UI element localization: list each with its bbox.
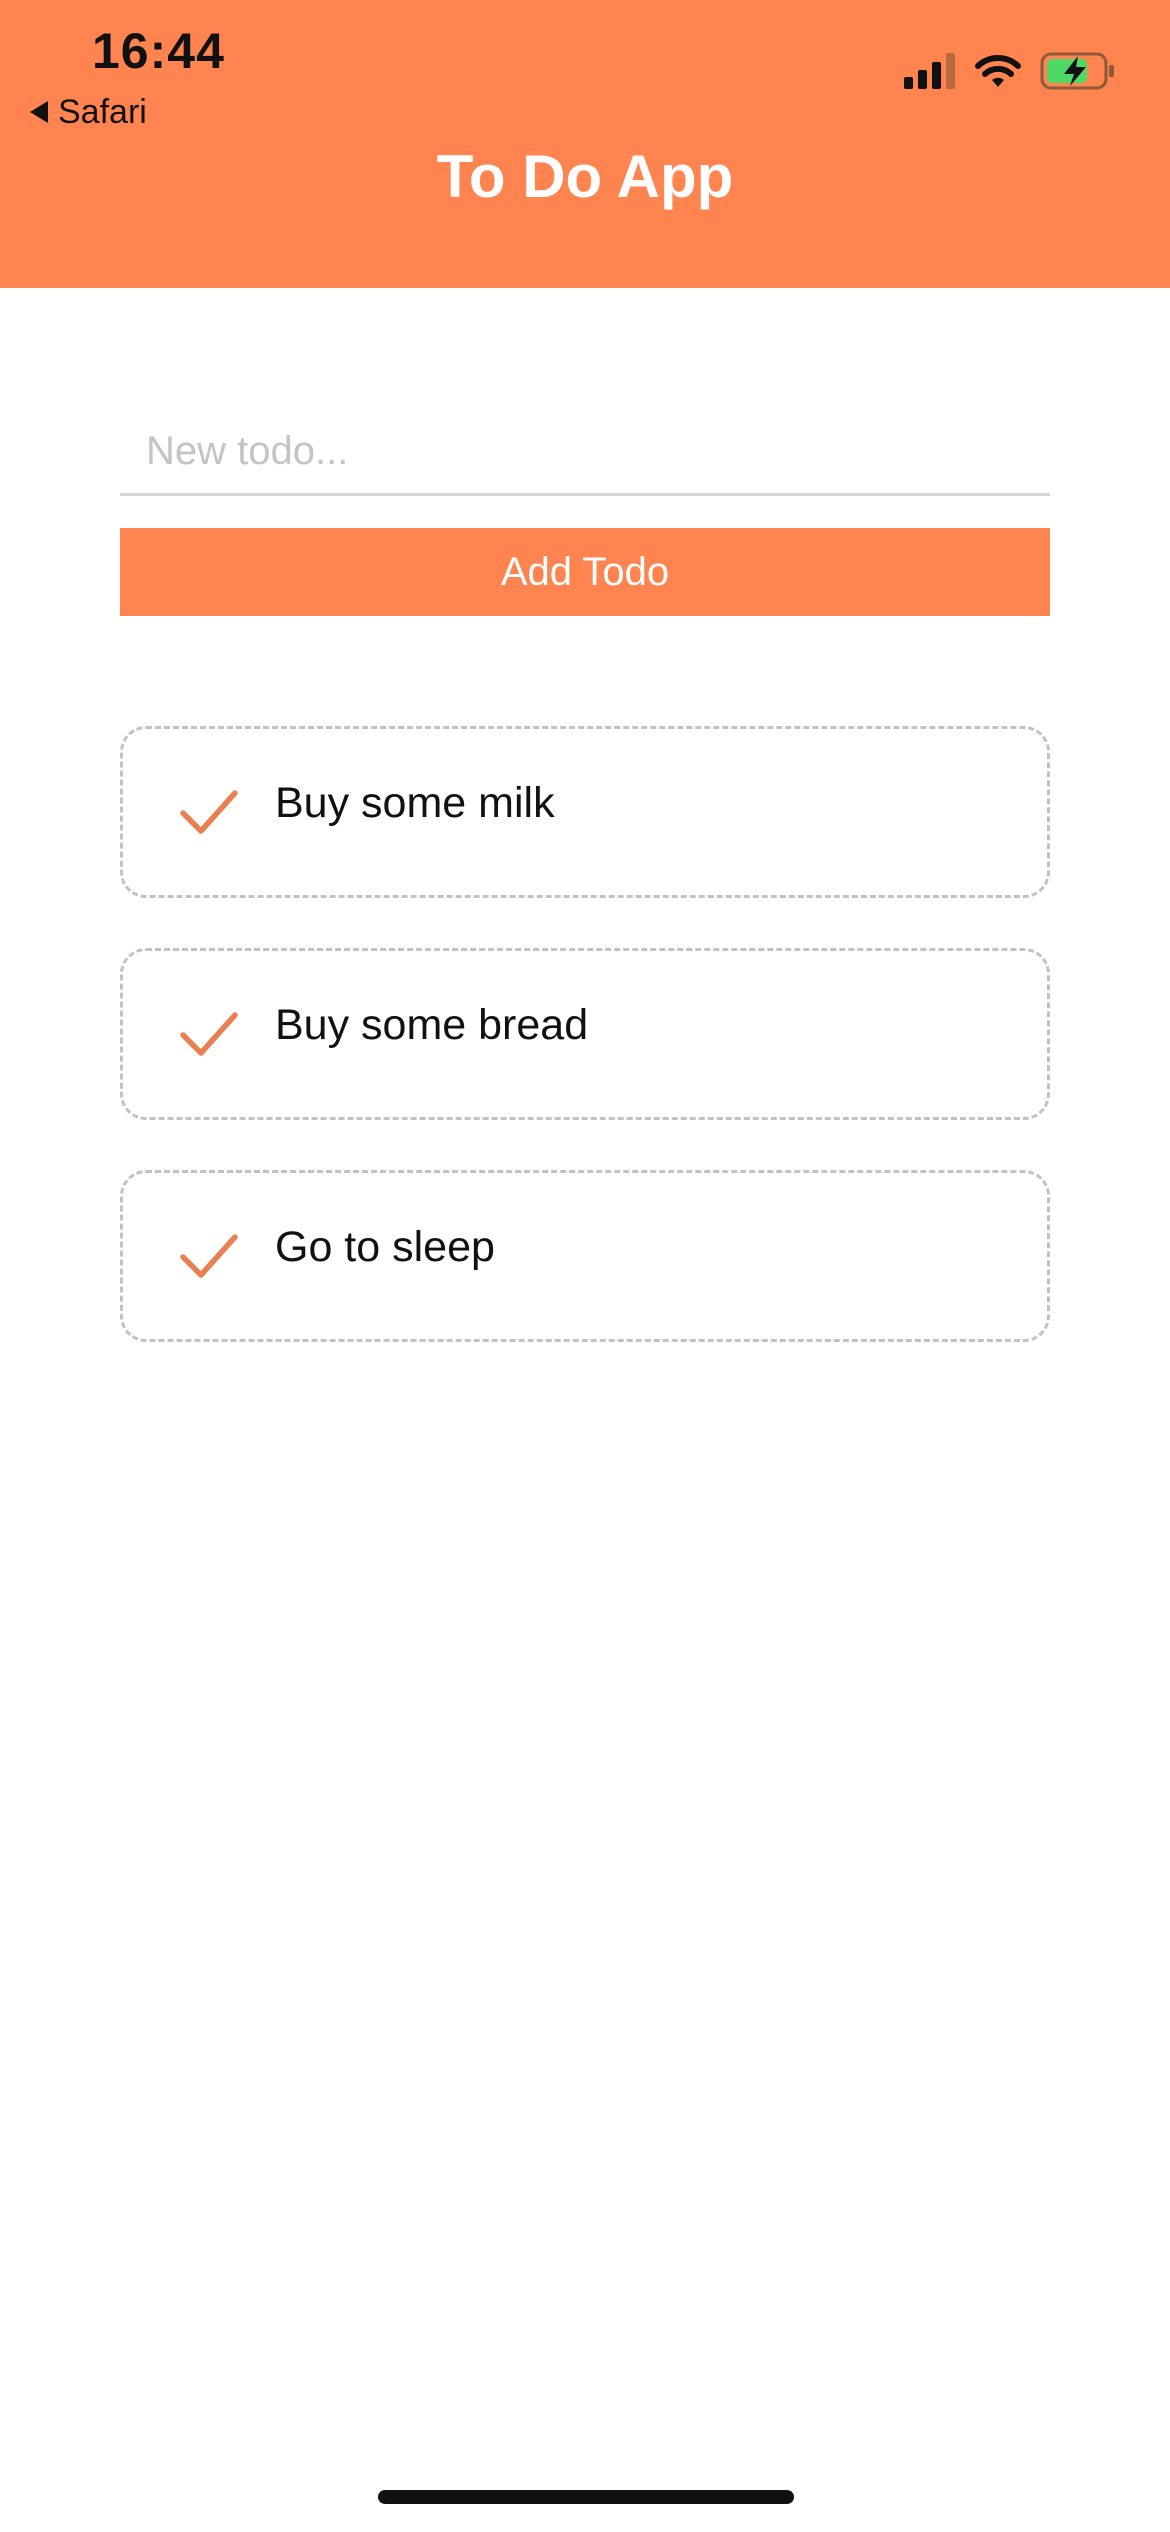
todo-list: Buy some milk Buy some bread Go to sleep: [120, 726, 1050, 1392]
checkmark-icon: [180, 1012, 238, 1056]
todo-text: Buy some milk: [275, 779, 555, 827]
app-header: 16:44 Safari To Do App: [0, 0, 1170, 288]
home-indicator[interactable]: [378, 2490, 794, 2504]
status-icons: [904, 52, 1116, 90]
todo-item[interactable]: Buy some bread: [120, 948, 1050, 1120]
back-to-safari-link[interactable]: Safari: [30, 90, 147, 134]
cellular-signal-icon: [904, 53, 955, 89]
new-todo-input[interactable]: [120, 410, 1050, 496]
add-todo-button[interactable]: Add Todo: [120, 528, 1050, 616]
back-arrow-icon: [30, 101, 48, 123]
todo-item[interactable]: Buy some milk: [120, 726, 1050, 898]
back-label: Safari: [58, 92, 147, 131]
todo-text: Buy some bread: [275, 1001, 589, 1049]
checkmark-icon: [180, 1234, 238, 1278]
todo-item[interactable]: Go to sleep: [120, 1170, 1050, 1342]
battery-charging-icon: [1040, 52, 1114, 90]
wifi-icon: [975, 55, 1021, 87]
status-time: 16:44: [92, 23, 225, 79]
todo-text: Go to sleep: [275, 1223, 495, 1271]
page-title: To Do App: [436, 143, 734, 210]
checkmark-icon: [180, 790, 238, 834]
